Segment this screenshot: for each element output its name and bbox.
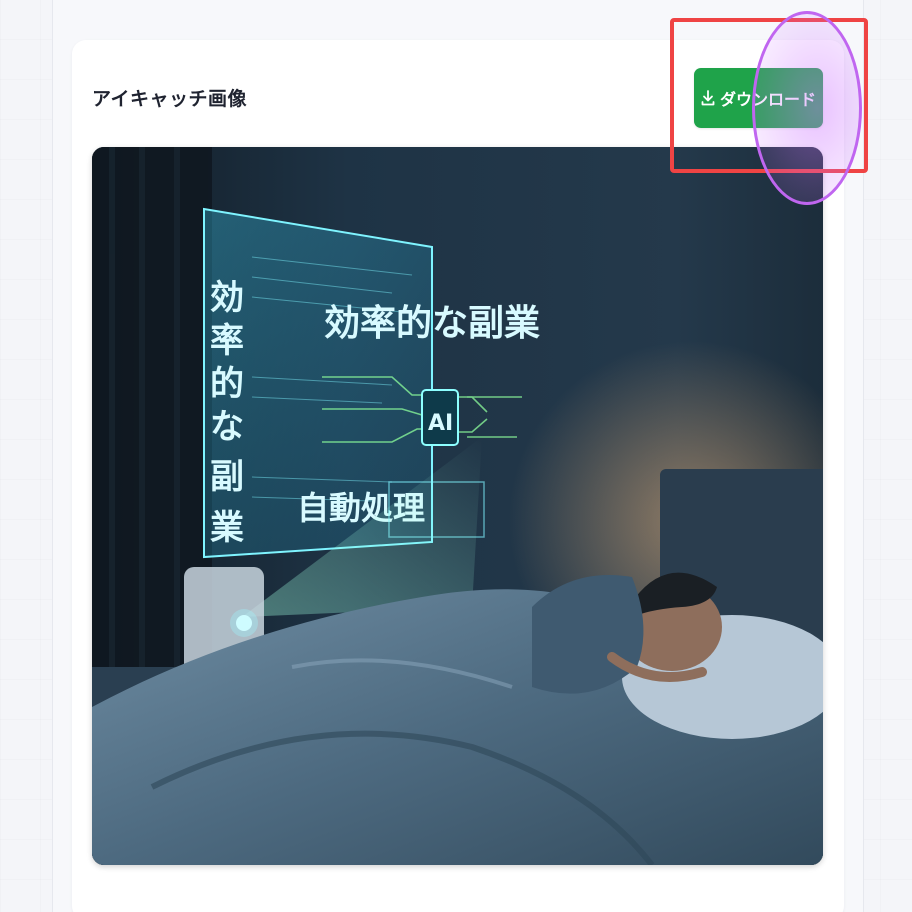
eyecatch-image: AI 効 率 的 な 副 業 効率的な副業 自動処理 [92,147,823,865]
vertical-text-4: な [210,407,244,447]
ai-chip-label: AI [428,411,453,436]
vertical-text-2: 率 [210,321,244,361]
download-icon [701,90,715,106]
vertical-text-3: 的 [210,364,244,404]
download-button-label: ダウンロード [719,90,816,109]
download-button[interactable]: ダウンロード [694,68,823,128]
vertical-text-1: 効 [210,278,244,318]
card-title: アイキャッチ画像 [92,88,248,110]
vertical-text-6: 業 [210,508,244,548]
vertical-text-5: 副 [210,457,244,497]
hologram-headline: 効率的な副業 [324,303,540,344]
